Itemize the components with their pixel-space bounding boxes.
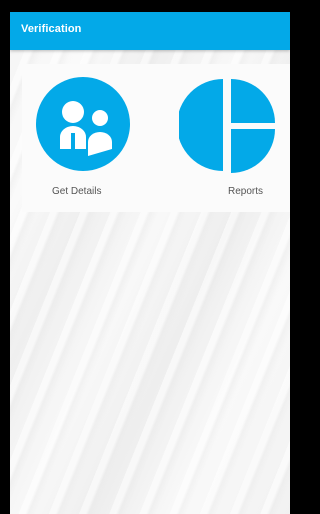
people-icon xyxy=(36,77,130,171)
reports-label: Reports xyxy=(228,186,264,197)
app-screen: Verification Get Details Reports xyxy=(10,12,290,514)
reports-tile[interactable]: Reports xyxy=(162,64,290,212)
get-details-label: Get Details xyxy=(52,186,102,197)
app-title: Verification xyxy=(21,23,82,35)
app-bar: Verification xyxy=(10,12,290,50)
pie-chart-icon xyxy=(179,79,275,173)
menu-grid: Get Details Reports xyxy=(22,64,290,212)
get-details-tile[interactable]: Get Details xyxy=(22,64,142,212)
